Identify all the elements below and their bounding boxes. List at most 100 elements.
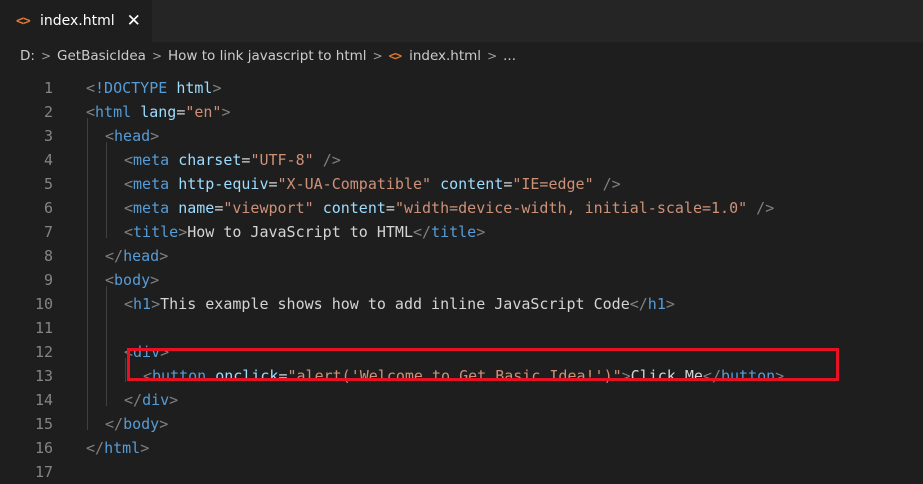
line-number: 12 [34, 343, 53, 361]
code-line[interactable]: 12 <div> [0, 340, 923, 364]
code-text: <!DOCTYPE html> [86, 76, 221, 100]
chevron-right-icon: > [40, 49, 52, 63]
code-token: > [476, 223, 486, 241]
code-token: "width=device-width, initial-scale=1.0" [394, 199, 748, 217]
code-text: <body> [105, 268, 159, 292]
code-line[interactable]: 15 </body> [0, 412, 923, 436]
code-token: = [278, 367, 288, 385]
code-text: </head> [105, 244, 168, 268]
close-icon[interactable]: ✕ [127, 12, 141, 30]
breadcrumb-item-subfolder[interactable]: How to link javascript to html [168, 48, 367, 64]
code-token: /> [602, 175, 621, 193]
code-line[interactable]: 6 <meta name="viewport" content="width=de… [0, 196, 923, 220]
code-token: button [152, 367, 207, 385]
code-token: title [133, 223, 179, 241]
code-token: "alert('Welcome to Get Basic Idea!')" [287, 367, 622, 385]
code-token: > [150, 127, 160, 145]
code-token: < [86, 79, 96, 97]
code-token: !DOCTYPE [95, 79, 168, 97]
code-token: content [440, 175, 504, 193]
breadcrumb-item-file[interactable]: index.html [409, 48, 481, 64]
code-text: <button onclick="alert('Welcome to Get B… [143, 364, 784, 388]
code-token: = [214, 199, 224, 217]
code-token: "UTF-8" [250, 151, 314, 169]
code-token: div [142, 391, 170, 409]
code-token: < [124, 175, 134, 193]
code-token: = [176, 103, 186, 121]
code-token: < [124, 343, 134, 361]
tab-index-html[interactable]: <> index.html ✕ [0, 0, 152, 42]
code-token: < [105, 271, 115, 289]
code-token: </ [105, 415, 124, 433]
code-token: /> [322, 151, 341, 169]
code-token: head [114, 127, 151, 145]
code-line[interactable]: 11 [0, 316, 923, 340]
line-number: 7 [43, 223, 53, 241]
code-line[interactable]: 3 <head> [0, 124, 923, 148]
code-token: > [150, 271, 160, 289]
code-token: "IE=edge" [512, 175, 594, 193]
code-line[interactable]: 16 </html> [0, 436, 923, 460]
line-number: 1 [43, 79, 53, 97]
code-token: html [104, 439, 141, 457]
code-text: <head> [105, 124, 159, 148]
code-line[interactable]: 4 <meta charset="UTF-8" /> [0, 148, 923, 172]
code-token: button [720, 367, 776, 385]
code-line[interactable]: 17 [0, 460, 923, 484]
line-number: 3 [43, 127, 53, 145]
code-line[interactable]: 1 <!DOCTYPE html> [0, 76, 923, 100]
code-token: /> [756, 199, 775, 217]
code-token: > [159, 415, 169, 433]
code-token: div [133, 343, 161, 361]
code-line[interactable]: 13 <button onclick="alert('Welcome to Get… [0, 364, 923, 388]
chevron-right-icon: > [372, 49, 383, 63]
code-line[interactable]: 10 <h1>This example shows how to add inli… [0, 292, 923, 316]
code-token: "en" [185, 103, 222, 121]
code-token: </ [124, 391, 143, 409]
code-token: > [212, 79, 222, 97]
breadcrumb-item-drive[interactable]: D: [20, 48, 35, 64]
code-line[interactable]: 14 </div> [0, 388, 923, 412]
code-token: "viewport" [223, 199, 314, 217]
code-token: How to JavaScript to HTML [187, 223, 413, 241]
line-number: 14 [34, 391, 53, 409]
code-token: name [178, 199, 215, 217]
line-number: 15 [34, 415, 53, 433]
code-token: Click Me [630, 367, 703, 385]
breadcrumb-item-folder[interactable]: GetBasicIdea [57, 48, 146, 64]
code-line[interactable]: 5 <meta http-equiv="X-UA-Compatible" cont… [0, 172, 923, 196]
html-file-icon: <> [16, 13, 31, 29]
code-token: > [178, 223, 188, 241]
code-token: > [140, 439, 150, 457]
code-token: meta [133, 151, 170, 169]
code-token: charset [178, 151, 242, 169]
breadcrumb-item-symbol[interactable]: ... [503, 48, 516, 64]
chevron-right-icon: > [151, 49, 163, 63]
code-text: </body> [105, 412, 168, 436]
code-token: body [114, 271, 151, 289]
line-number: 16 [34, 439, 53, 457]
line-number: 13 [34, 367, 53, 385]
code-token: < [105, 127, 115, 145]
code-token: title [431, 223, 477, 241]
code-text: <meta name="viewport" content="width=dev… [124, 196, 774, 220]
code-token: This example shows how to add inline Jav… [160, 295, 630, 313]
code-token: </ [629, 295, 648, 313]
code-token: > [621, 367, 631, 385]
code-token: < [124, 199, 134, 217]
code-text: <meta http-equiv="X-UA-Compatible" conte… [124, 172, 621, 196]
code-editor[interactable]: 1 <!DOCTYPE html> 2 <html lang="en"> 3 <head>… [0, 70, 923, 481]
line-number: 10 [34, 295, 53, 313]
code-line[interactable]: 7 <title>How to JavaScript to HTML</title… [0, 220, 923, 244]
code-token: content [322, 199, 386, 217]
code-line[interactable]: 8 </head> [0, 244, 923, 268]
code-line[interactable]: 2 <html lang="en"> [0, 100, 923, 124]
chevron-right-icon: > [487, 49, 498, 63]
code-line[interactable]: 9 <body> [0, 268, 923, 292]
code-text: <meta charset="UTF-8" /> [124, 148, 341, 172]
